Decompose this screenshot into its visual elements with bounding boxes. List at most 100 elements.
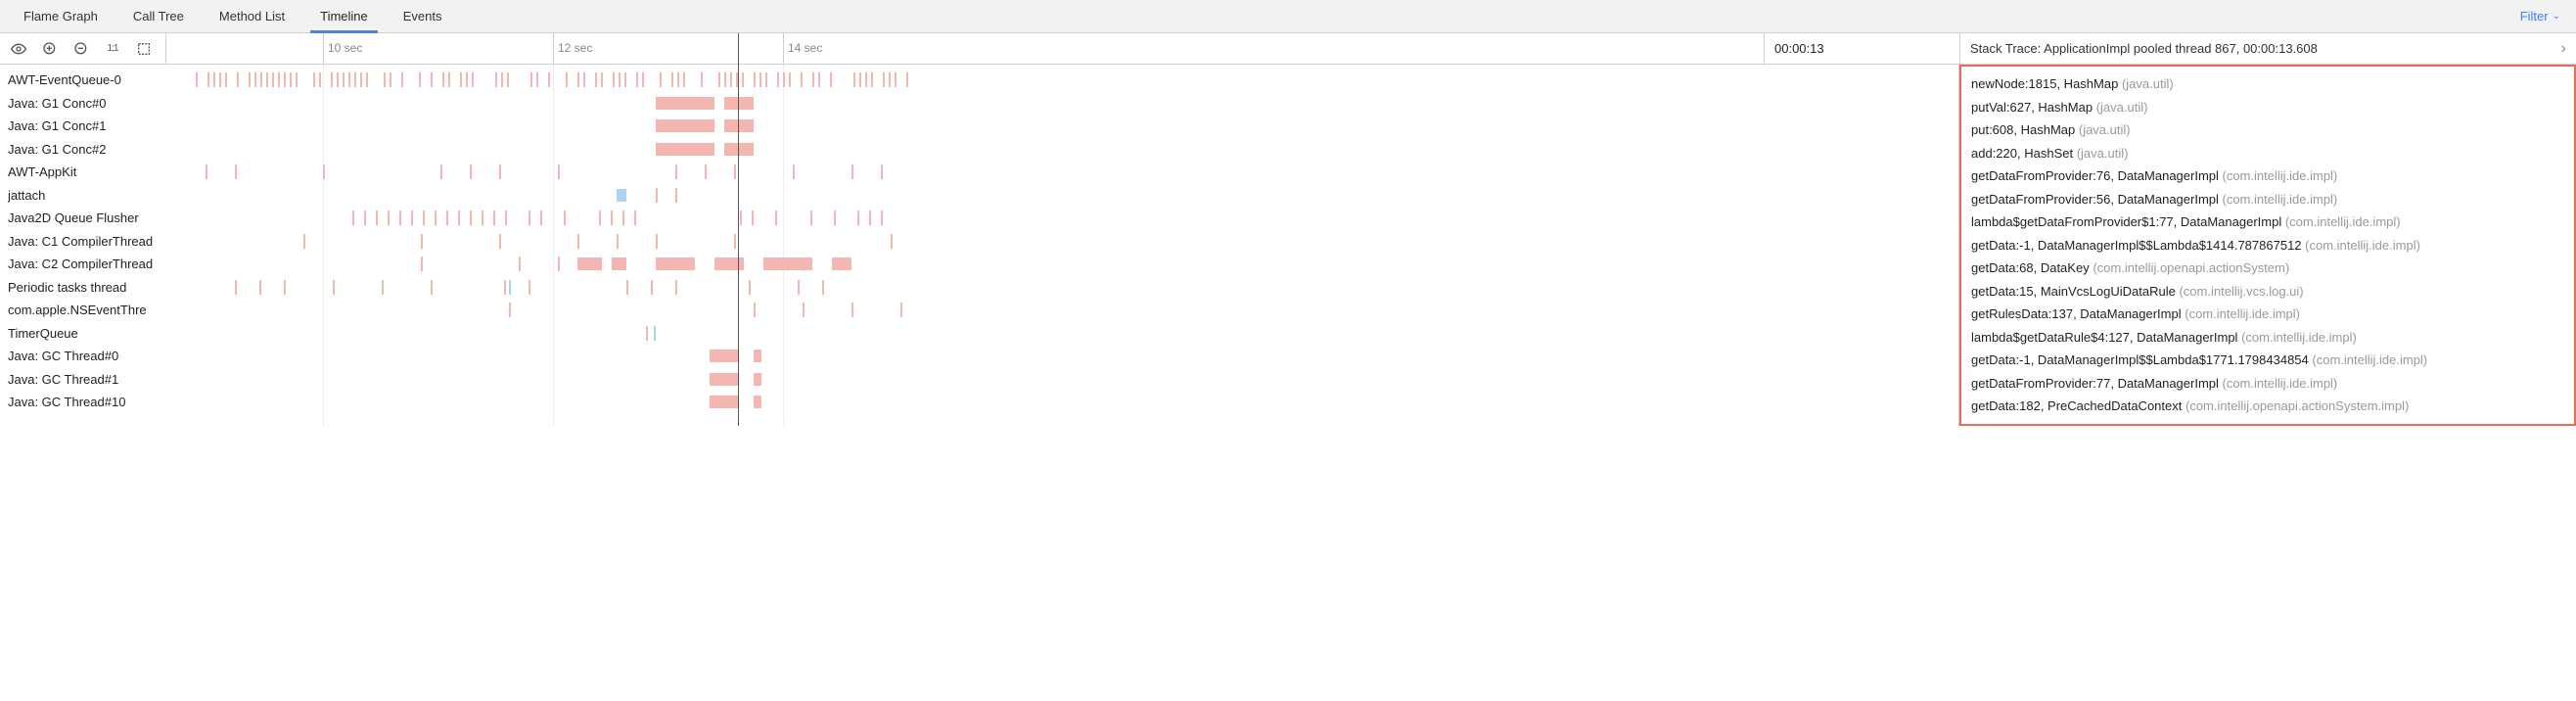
stack-trace-header[interactable]: Stack Trace: ApplicationImpl pooled thre…	[1959, 33, 2576, 64]
timeline-lane[interactable]	[166, 322, 1958, 346]
thread-name[interactable]: Java: G1 Conc#2	[8, 138, 166, 162]
stack-frame[interactable]: getRulesData:137, DataManagerImpl (com.i…	[1971, 303, 2564, 326]
timeline-lane[interactable]	[166, 138, 1958, 162]
activity-segment	[714, 257, 744, 270]
stack-frame[interactable]: add:220, HashSet (java.util)	[1971, 142, 2564, 165]
timeline-lane[interactable]	[166, 345, 1958, 368]
toolbar-row: 1:1 10 sec 12 sec 14 sec 00:00:13 Stack …	[0, 33, 2576, 65]
activity-segment	[448, 72, 450, 87]
stack-frame[interactable]: newNode:1815, HashMap (java.util)	[1971, 72, 2564, 96]
stack-frame[interactable]: put:608, HashMap (java.util)	[1971, 118, 2564, 142]
activity-segment	[440, 164, 442, 179]
stack-frame[interactable]: putVal:627, HashMap (java.util)	[1971, 96, 2564, 119]
stack-frame[interactable]: getDataFromProvider:56, DataManagerImpl …	[1971, 188, 2564, 211]
filter-dropdown[interactable]: Filter ⌄	[2510, 9, 2570, 23]
activity-segment	[763, 257, 812, 270]
activity-segment	[423, 210, 425, 225]
stack-trace-panel: newNode:1815, HashMap (java.util) putVal…	[1959, 65, 2576, 426]
thread-name[interactable]: TimerQueue	[8, 322, 166, 346]
thread-name[interactable]: Java: GC Thread#10	[8, 391, 166, 414]
zoom-out-icon[interactable]	[72, 40, 90, 58]
eye-icon[interactable]	[10, 40, 27, 58]
activity-segment	[656, 143, 714, 156]
activity-segment	[382, 280, 384, 295]
timeline-lane[interactable]	[166, 207, 1958, 230]
tab-flame-graph[interactable]: Flame Graph	[6, 0, 115, 33]
thread-name[interactable]: com.apple.NSEventThre	[8, 299, 166, 322]
stack-frame[interactable]: getData:182, PreCachedDataContext (com.i…	[1971, 395, 2564, 418]
stack-frame[interactable]: getData:68, DataKey (com.intellij.openap…	[1971, 257, 2564, 280]
activity-segment	[260, 72, 262, 87]
activity-segment	[466, 72, 468, 87]
activity-segment	[617, 234, 619, 249]
activity-segment	[613, 72, 615, 87]
activity-segment	[435, 210, 437, 225]
activity-segment	[376, 210, 378, 225]
zoom-in-icon[interactable]	[41, 40, 59, 58]
activity-segment	[337, 72, 339, 87]
activity-segment	[388, 210, 390, 225]
one-to-one-icon[interactable]: 1:1	[104, 40, 121, 58]
stack-frame[interactable]: getDataFromProvider:76, DataManagerImpl …	[1971, 164, 2564, 188]
thread-name[interactable]: AWT-EventQueue-0	[8, 69, 166, 92]
timeline-body[interactable]	[166, 65, 1959, 426]
activity-segment	[207, 72, 209, 87]
timeline-lane[interactable]	[166, 115, 1958, 138]
activity-segment	[331, 72, 333, 87]
activity-segment	[509, 280, 511, 295]
stack-frame[interactable]: getData:-1, DataManagerImpl$$Lambda$1771…	[1971, 349, 2564, 372]
activity-segment	[656, 188, 658, 203]
activity-segment	[724, 119, 754, 132]
stack-frame[interactable]: lambda$getDataFromProvider$1:77, DataMan…	[1971, 210, 2564, 234]
activity-segment	[219, 72, 221, 87]
thread-name[interactable]: Java: G1 Conc#0	[8, 92, 166, 116]
activity-segment	[777, 72, 779, 87]
stack-frame[interactable]: lambda$getDataRule$4:127, DataManagerImp…	[1971, 326, 2564, 350]
activity-segment	[266, 72, 268, 87]
thread-name[interactable]: Java: G1 Conc#1	[8, 115, 166, 138]
ruler-tick: 12 sec	[558, 41, 592, 55]
stack-frame[interactable]: getData:-1, DataManagerImpl$$Lambda$1414…	[1971, 234, 2564, 257]
ruler-tick: 14 sec	[788, 41, 822, 55]
timeline-lane[interactable]	[166, 161, 1958, 184]
activity-segment	[558, 164, 560, 179]
thread-name[interactable]: jattach	[8, 184, 166, 208]
stack-frame[interactable]: getData:15, MainVcsLogUiDataRule (com.in…	[1971, 280, 2564, 304]
timeline-lane[interactable]	[166, 92, 1958, 116]
timeline-lane[interactable]	[166, 230, 1958, 254]
activity-segment	[812, 72, 814, 87]
timeline-lane[interactable]	[166, 276, 1958, 300]
thread-name[interactable]: Java: C2 CompilerThread	[8, 253, 166, 276]
timeline-lane[interactable]	[166, 184, 1958, 208]
thread-name[interactable]: AWT-AppKit	[8, 161, 166, 184]
timeline-lane[interactable]	[166, 391, 1958, 414]
activity-segment	[284, 280, 286, 295]
timeline-lane[interactable]	[166, 69, 1958, 92]
activity-segment	[348, 72, 350, 87]
activity-segment	[303, 234, 305, 249]
timeline-lane[interactable]	[166, 253, 1958, 276]
activity-segment	[734, 164, 736, 179]
timeline-lane[interactable]	[166, 368, 1958, 392]
tab-call-tree[interactable]: Call Tree	[115, 0, 202, 33]
thread-name[interactable]: Java2D Queue Flusher	[8, 207, 166, 230]
thread-list: AWT-EventQueue-0 Java: G1 Conc#0 Java: G…	[0, 65, 166, 426]
thread-name[interactable]: Periodic tasks thread	[8, 276, 166, 300]
tab-method-list[interactable]: Method List	[202, 0, 302, 33]
timeline-ruler[interactable]: 10 sec 12 sec 14 sec	[166, 33, 1764, 64]
playhead[interactable]	[738, 33, 739, 426]
activity-segment	[783, 72, 785, 87]
activity-segment	[891, 234, 893, 249]
thread-name[interactable]: Java: GC Thread#1	[8, 368, 166, 392]
activity-segment	[742, 72, 744, 87]
thread-name[interactable]: Java: GC Thread#0	[8, 345, 166, 368]
tab-timeline[interactable]: Timeline	[302, 0, 386, 33]
timeline-lane[interactable]	[166, 299, 1958, 322]
activity-segment	[530, 72, 532, 87]
activity-segment	[501, 72, 503, 87]
tab-events[interactable]: Events	[386, 0, 460, 33]
selection-icon[interactable]	[135, 40, 153, 58]
activity-segment	[656, 234, 658, 249]
thread-name[interactable]: Java: C1 CompilerThread	[8, 230, 166, 254]
stack-frame[interactable]: getDataFromProvider:77, DataManagerImpl …	[1971, 372, 2564, 396]
